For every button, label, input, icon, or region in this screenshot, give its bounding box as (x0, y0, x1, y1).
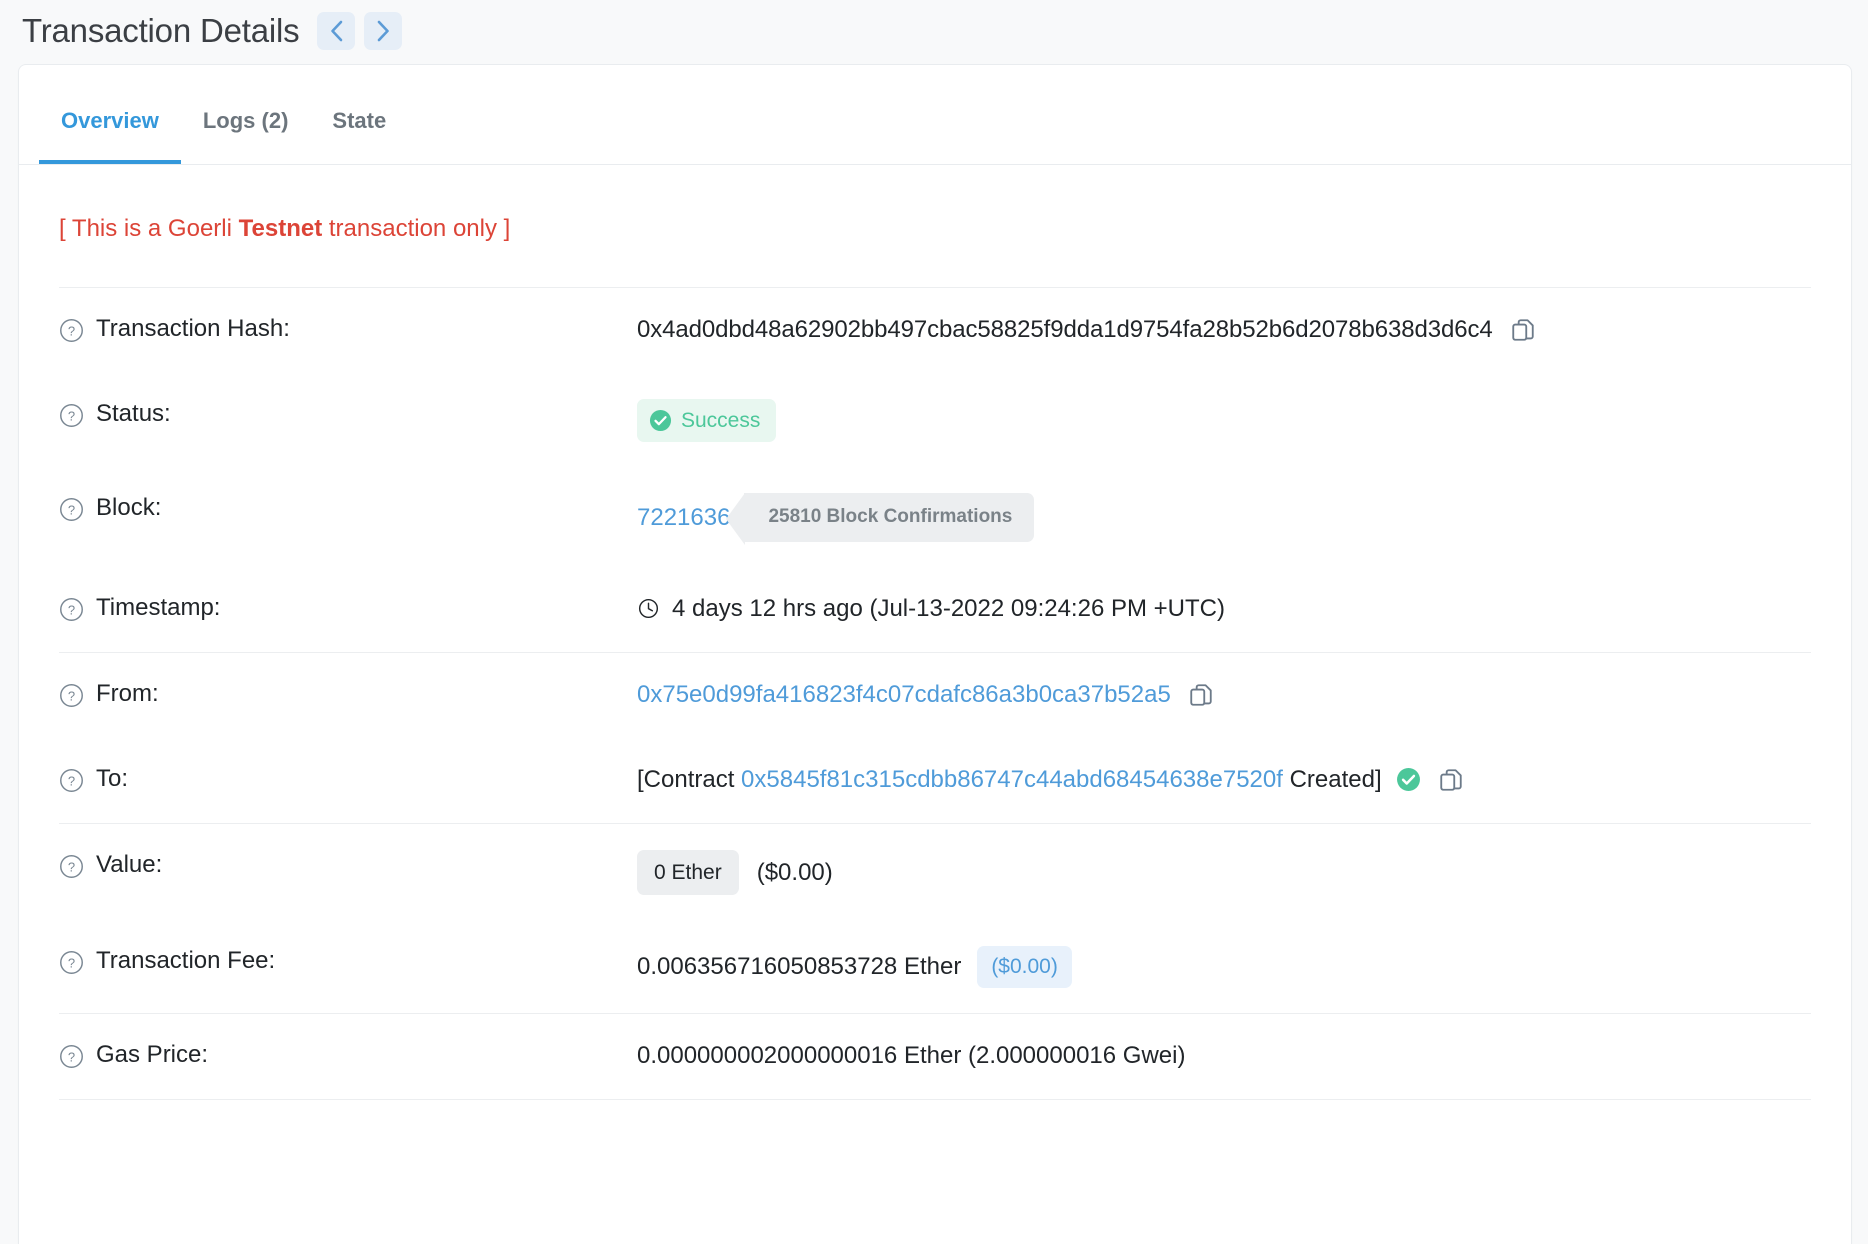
row-label-transaction-hash: ? Transaction Hash: (59, 313, 637, 348)
block-number-link[interactable]: 7221636 (637, 502, 730, 533)
copy-icon[interactable] (1510, 317, 1536, 343)
row-transaction-hash: ? Transaction Hash: 0x4ad0dbd48a62902bb4… (59, 288, 1811, 373)
details-group-amounts: ? Value: 0 Ether ($0.00) ? Transaction F… (59, 824, 1811, 1014)
svg-text:?: ? (68, 773, 75, 788)
transaction-hash-text: 0x4ad0dbd48a62902bb497cbac58825f9dda1d97… (637, 316, 1493, 343)
label-block: Block: (96, 494, 162, 522)
help-icon[interactable]: ? (59, 683, 84, 713)
contract-suffix: Created] (1289, 765, 1382, 793)
help-icon[interactable]: ? (59, 403, 84, 433)
testnet-notice-emphasis: Testnet (238, 215, 323, 242)
label-from: From: (96, 679, 159, 707)
svg-text:?: ? (68, 503, 75, 518)
row-label-block: ? Block: (59, 492, 637, 527)
label-timestamp: Timestamp: (96, 593, 221, 621)
next-transaction-button[interactable] (364, 12, 403, 50)
details-group-parties: ? From: 0x75e0d99fa416823f4c07cdafc86a3b… (59, 653, 1811, 824)
details-group-primary: ? Transaction Hash: 0x4ad0dbd48a62902bb4… (59, 288, 1811, 653)
page-header: Transaction Details (0, 0, 1868, 64)
tab-bar: Overview Logs (2) State (19, 65, 1851, 165)
value-timestamp: 4 days 12 hrs ago (Jul-13-2022 09:24:26 … (637, 592, 1225, 624)
clock-icon (637, 597, 660, 620)
svg-text:?: ? (68, 602, 75, 617)
gas-price-text: 0.000000002000000016 Ether (2.000000016 … (637, 1041, 1186, 1069)
row-label-status: ? Status: (59, 398, 637, 433)
tab-logs[interactable]: Logs (2) (181, 108, 311, 164)
value-block: 7221636 25810 Block Confirmations (637, 492, 1035, 545)
contract-address-link[interactable]: 0x5845f81c315cdbb86747c44abd68454638e752… (741, 764, 1283, 795)
svg-text:?: ? (68, 859, 75, 874)
value-transaction-hash: 0x4ad0dbd48a62902bb497cbac58825f9dda1d97… (637, 313, 1536, 345)
row-label-gas-price: ? Gas Price: (59, 1039, 637, 1074)
svg-text:?: ? (68, 956, 75, 971)
previous-transaction-button[interactable] (317, 12, 356, 50)
testnet-notice: [ This is a Goerli Testnet transaction o… (59, 165, 1811, 288)
value-usd: ($0.00) (756, 859, 833, 887)
transaction-fee-usd: ($0.00) (977, 946, 1072, 988)
timestamp-text: 4 days 12 hrs ago (Jul-13-2022 09:24:26 … (672, 594, 1225, 622)
chevron-left-icon (331, 20, 343, 42)
check-circle-icon (649, 409, 672, 432)
value-transaction-fee: 0.006356716050853728 Ether ($0.00) (637, 945, 1072, 988)
testnet-notice-prefix: [ This is a Goerli (59, 215, 239, 242)
testnet-notice-suffix: transaction only ] (322, 215, 511, 242)
label-status: Status: (96, 400, 171, 427)
row-timestamp: ? Timestamp: 4 days 12 hrs ago (Jul-13-2… (59, 567, 1811, 652)
help-icon[interactable]: ? (59, 497, 84, 527)
row-label-transaction-fee: ? Transaction Fee: (59, 945, 637, 980)
value-to: [Contract 0x5845f81c315cdbb86747c44abd68… (637, 763, 1464, 795)
status-label: Success (681, 409, 761, 432)
from-address-link[interactable]: 0x75e0d99fa416823f4c07cdafc86a3b0ca37b52… (637, 679, 1171, 710)
tab-overview[interactable]: Overview (39, 108, 181, 164)
help-icon[interactable]: ? (59, 854, 84, 884)
row-label-from: ? From: (59, 678, 637, 713)
status-badge: Success (637, 399, 777, 443)
row-label-to: ? To: (59, 763, 637, 798)
row-label-timestamp: ? Timestamp: (59, 592, 637, 627)
row-status: ? Status: Success (59, 373, 1811, 467)
help-icon[interactable]: ? (59, 768, 84, 798)
copy-icon[interactable] (1188, 682, 1214, 708)
details-group-gas: ? Gas Price: 0.000000002000000016 Ether … (59, 1014, 1811, 1100)
value-ether-pill: 0 Ether (637, 849, 739, 896)
block-confirmations-badge: 25810 Block Confirmations (726, 493, 1035, 545)
row-value: ? Value: 0 Ether ($0.00) (59, 824, 1811, 920)
label-transaction-fee: Transaction Fee: (96, 947, 276, 975)
label-to: To: (96, 764, 129, 792)
svg-text:?: ? (68, 1049, 75, 1064)
svg-text:?: ? (68, 323, 75, 338)
transaction-fee-amount: 0.006356716050853728 Ether (637, 953, 962, 981)
row-block: ? Block: 7221636 25810 Block Confirmatio… (59, 467, 1811, 567)
svg-text:?: ? (68, 408, 75, 423)
label-value: Value: (96, 850, 163, 878)
label-gas-price: Gas Price: (96, 1040, 209, 1068)
row-label-value: ? Value: (59, 849, 637, 884)
label-transaction-hash: Transaction Hash: (96, 315, 290, 342)
row-transaction-fee: ? Transaction Fee: 0.006356716050853728 … (59, 920, 1811, 1012)
row-from: ? From: 0x75e0d99fa416823f4c07cdafc86a3b… (59, 653, 1811, 738)
value-status: Success (637, 398, 777, 443)
value-from: 0x75e0d99fa416823f4c07cdafc86a3b0ca37b52… (637, 678, 1214, 710)
tab-state[interactable]: State (310, 108, 408, 164)
contract-prefix: [Contract (637, 765, 735, 793)
value-gas-price: 0.000000002000000016 Ether (2.000000016 … (637, 1039, 1185, 1071)
value-amount: 0 Ether ($0.00) (637, 849, 833, 896)
check-circle-icon (1396, 767, 1421, 792)
copy-icon[interactable] (1438, 767, 1464, 793)
overview-panel: [ This is a Goerli Testnet transaction o… (19, 165, 1851, 1100)
svg-text:?: ? (68, 688, 75, 703)
chevron-right-icon (377, 20, 389, 42)
record-navigation (317, 12, 403, 50)
help-icon[interactable]: ? (59, 1044, 84, 1074)
row-gas-price: ? Gas Price: 0.000000002000000016 Ether … (59, 1014, 1811, 1099)
help-icon[interactable]: ? (59, 597, 84, 627)
help-icon[interactable]: ? (59, 318, 84, 348)
help-icon[interactable]: ? (59, 950, 84, 980)
page-title: Transaction Details (22, 12, 300, 49)
transaction-card: Overview Logs (2) State [ This is a Goer… (18, 64, 1852, 1244)
block-wrapper: 7221636 25810 Block Confirmations (637, 493, 1035, 545)
row-to: ? To: [Contract 0x5845f81c315cdbb86747c4… (59, 738, 1811, 823)
